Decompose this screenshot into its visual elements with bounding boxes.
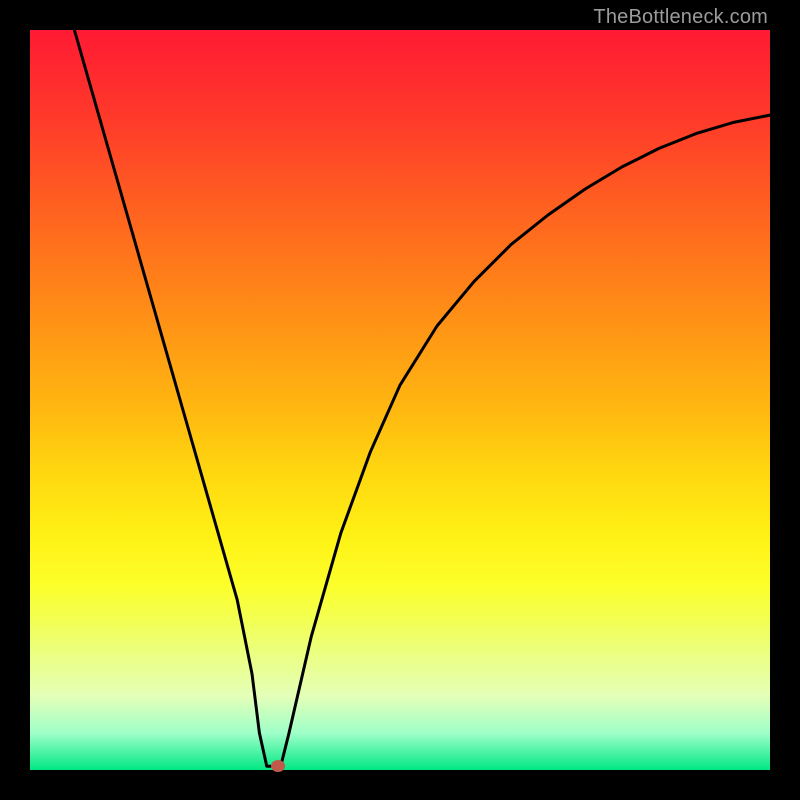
bottleneck-curve: [30, 30, 770, 770]
chart-frame: TheBottleneck.com: [0, 0, 800, 800]
plot-area: [30, 30, 770, 770]
watermark-text: TheBottleneck.com: [593, 6, 768, 29]
optimum-marker: [271, 760, 285, 772]
